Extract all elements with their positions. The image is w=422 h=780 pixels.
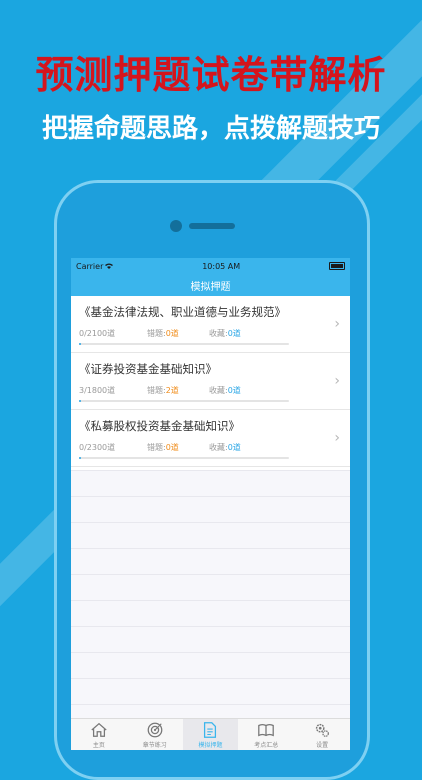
- status-time: 10:05 AM: [202, 261, 241, 271]
- exam-stats: 0/2100道 错题:0道 收藏:0道: [79, 328, 350, 339]
- exam-progress-text: 0/2100道: [79, 329, 116, 338]
- phone-camera: [170, 220, 182, 232]
- exam-item[interactable]: 《私募股权投资基金基础知识》 0/2300道 错题:0道 收藏:0道 ›: [71, 410, 350, 467]
- chevron-right-icon: ›: [334, 373, 340, 389]
- favorite-label: 收藏:: [209, 386, 228, 395]
- error-stat: 错题:0道: [147, 328, 209, 339]
- progress-bar: [79, 400, 289, 402]
- tab-settings[interactable]: 设置: [294, 719, 350, 750]
- error-label: 错题:: [147, 443, 166, 452]
- tab-label: 主页: [92, 742, 105, 749]
- gears-icon: [315, 723, 330, 737]
- promo-headline: 预测押题试卷带解析: [35, 52, 387, 97]
- exam-item[interactable]: 《基金法律法规、职业道德与业务规范》 0/2100道 错题:0道 收藏:0道 ›: [71, 296, 350, 353]
- exam-title: 《证券投资基金基础知识》: [79, 362, 217, 376]
- battery-icon: [329, 262, 345, 270]
- favorite-stat: 收藏:0道: [209, 385, 241, 396]
- home-icon: [91, 722, 107, 737]
- exam-title: 《基金法律法规、职业道德与业务规范》: [79, 305, 286, 319]
- exam-stats: 3/1800道 错题:2道 收藏:0道: [79, 385, 350, 396]
- chevron-right-icon: ›: [334, 316, 340, 332]
- tab-chapter-practice[interactable]: 章节练习: [127, 719, 183, 750]
- favorite-count: 0道: [227, 443, 241, 452]
- exam-progress-text: 0/2300道: [79, 443, 116, 452]
- book-icon: [258, 723, 275, 737]
- carrier: Carrier: [76, 261, 114, 271]
- error-label: 错题:: [147, 386, 166, 395]
- favorite-count: 0道: [227, 329, 241, 338]
- chevron-right-icon: ›: [334, 430, 340, 446]
- promo-subline: 把握命题思路，点拨解题技巧: [41, 114, 380, 144]
- tab-bar: 主页 章节练习 模拟押题 考点汇总 设置: [71, 718, 350, 750]
- favorite-label: 收藏:: [209, 443, 228, 452]
- status-bar: Carrier 10:05 AM: [71, 258, 350, 274]
- tab-key-points[interactable]: 考点汇总: [238, 719, 294, 750]
- exam-list: 《基金法律法规、职业道德与业务规范》 0/2100道 错题:0道 收藏:0道 ›…: [71, 296, 350, 467]
- tab-label: 考点汇总: [254, 742, 279, 749]
- nav-bar: 模拟押题: [71, 274, 350, 296]
- progress-fill: [79, 400, 82, 402]
- progress-bar: [79, 343, 289, 345]
- error-label: 错题:: [147, 329, 166, 338]
- nav-title: 模拟押题: [190, 281, 231, 293]
- error-count: 0道: [165, 329, 179, 338]
- error-stat: 错题:2道: [147, 385, 209, 396]
- favorite-count: 0道: [227, 386, 241, 395]
- favorite-stat: 收藏:0道: [209, 442, 241, 453]
- phone-speaker: [189, 223, 235, 229]
- tab-label: 章节练习: [142, 742, 167, 749]
- error-count: 0道: [165, 443, 179, 452]
- exam-stats: 0/2300道 错题:0道 收藏:0道: [79, 442, 350, 453]
- empty-list-area: [71, 470, 350, 719]
- wifi-icon: [105, 262, 114, 271]
- exam-title: 《私募股权投资基金基础知识》: [79, 419, 240, 433]
- tab-home[interactable]: 主页: [71, 719, 127, 750]
- progress-fill: [79, 457, 82, 459]
- tab-label: 设置: [316, 742, 329, 749]
- tab-label: 模拟押题: [198, 742, 223, 749]
- error-count: 2道: [165, 386, 179, 395]
- favorite-stat: 收藏:0道: [209, 328, 241, 339]
- document-icon: [204, 722, 217, 738]
- favorite-label: 收藏:: [209, 329, 228, 338]
- progress-bar: [79, 457, 289, 459]
- carrier-label: Carrier: [76, 261, 104, 271]
- target-icon: [147, 722, 163, 738]
- exam-progress-text: 3/1800道: [79, 386, 116, 395]
- tab-mock-exam[interactable]: 模拟押题: [182, 719, 239, 750]
- error-stat: 错题:0道: [147, 442, 209, 453]
- progress-fill: [79, 343, 82, 345]
- exam-item[interactable]: 《证券投资基金基础知识》 3/1800道 错题:2道 收藏:0道 ›: [71, 353, 350, 410]
- app-screen: Carrier 10:05 AM 模拟押题 《基金法律法规、职业道德与业务规范》…: [71, 258, 350, 750]
